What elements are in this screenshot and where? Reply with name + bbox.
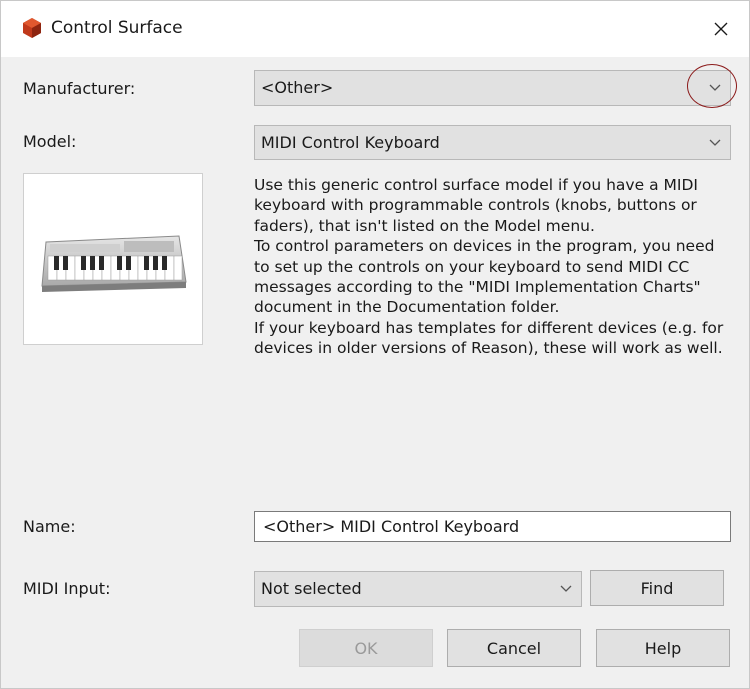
window-title: Control Surface <box>51 18 183 38</box>
name-input[interactable]: <Other> MIDI Control Keyboard <box>254 511 731 542</box>
midi-input-select[interactable]: Not selected <box>254 571 582 607</box>
model-description: Use this generic control surface model i… <box>254 175 734 359</box>
manufacturer-value: <Other> <box>261 78 334 97</box>
app-cube-icon <box>23 18 41 38</box>
close-button[interactable] <box>693 1 749 57</box>
midi-input-value: Not selected <box>261 579 362 598</box>
model-select[interactable]: MIDI Control Keyboard <box>254 125 731 160</box>
close-icon <box>714 22 728 36</box>
name-label: Name: <box>23 517 76 536</box>
manufacturer-select[interactable]: <Other> <box>254 70 731 106</box>
help-button[interactable]: Help <box>596 629 730 667</box>
description-paragraph: Use this generic control surface model i… <box>254 176 698 235</box>
model-preview-image <box>23 173 203 345</box>
title-bar: Control Surface <box>1 1 749 57</box>
control-surface-dialog: Control Surface Manufacturer: <Other> Mo… <box>0 0 750 689</box>
model-label: Model: <box>23 132 77 151</box>
description-paragraph: To control parameters on devices in the … <box>254 237 715 317</box>
chevron-down-icon[interactable] <box>700 71 730 105</box>
chevron-down-icon[interactable] <box>700 126 730 159</box>
manufacturer-label: Manufacturer: <box>23 79 136 98</box>
ok-button[interactable]: OK <box>299 629 433 667</box>
chevron-down-icon[interactable] <box>551 572 581 606</box>
midi-keyboard-icon <box>41 235 187 292</box>
midi-input-label: MIDI Input: <box>23 579 111 598</box>
find-button[interactable]: Find <box>590 570 724 606</box>
model-value: MIDI Control Keyboard <box>261 132 440 152</box>
description-paragraph: If your keyboard has templates for diffe… <box>254 318 724 358</box>
cancel-button[interactable]: Cancel <box>447 629 581 667</box>
name-value: <Other> MIDI Control Keyboard <box>263 517 520 536</box>
